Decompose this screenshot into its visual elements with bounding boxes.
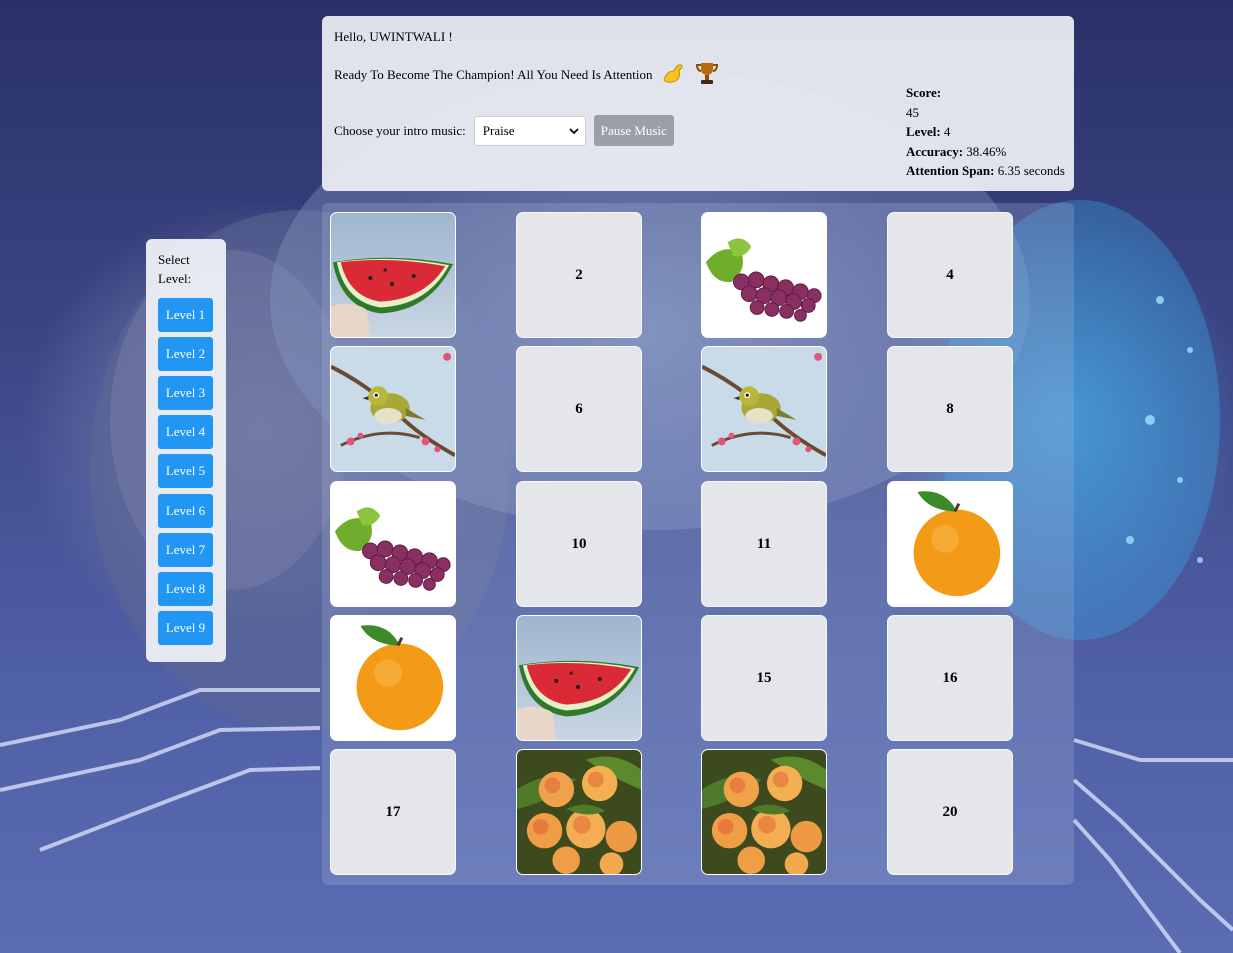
flexed-arm-icon — [661, 61, 687, 89]
card-20-face-down[interactable]: 20 — [887, 749, 1013, 875]
accuracy-label: Accuracy: — [906, 143, 964, 159]
music-row: Choose your intro music: Praise Pause Mu… — [334, 115, 674, 146]
stats-block: Score: 45 Level: 4 Accuracy: 38.46% Atte… — [906, 83, 1065, 181]
level-2-button[interactable]: Level 2 — [158, 337, 213, 371]
sidebar-title: Select Level: — [158, 252, 192, 286]
card-1-watermelon-image[interactable] — [330, 212, 456, 338]
level-6-button[interactable]: Level 6 — [158, 494, 213, 528]
music-label: Choose your intro music: — [334, 122, 466, 138]
card-10-face-down[interactable]: 10 — [516, 481, 642, 607]
card-number: 11 — [756, 535, 772, 552]
pause-music-button[interactable]: Pause Music — [593, 115, 674, 146]
card-17-face-down[interactable]: 17 — [330, 749, 456, 875]
level-7-button[interactable]: Level 7 — [158, 533, 213, 567]
card-number: 16 — [942, 669, 958, 686]
music-selected-value: Praise — [482, 122, 515, 138]
level-8-button[interactable]: Level 8 — [158, 572, 213, 606]
card-number: 6 — [575, 400, 583, 417]
card-number: 20 — [942, 803, 958, 820]
card-8-face-down[interactable]: 8 — [887, 346, 1013, 472]
level-3-button[interactable]: Level 3 — [158, 376, 213, 410]
accuracy-value: 38.46% — [966, 143, 1007, 159]
card-16-face-down[interactable]: 16 — [887, 615, 1013, 741]
tagline-text: Ready To Become The Champion! All You Ne… — [334, 67, 653, 82]
card-9-grapes-image[interactable] — [330, 481, 456, 607]
card-5-bird-image[interactable] — [330, 346, 456, 472]
level-5-button[interactable]: Level 5 — [158, 454, 213, 488]
trophy-icon — [695, 60, 719, 90]
music-select[interactable]: Praise — [473, 115, 586, 146]
card-6-face-down[interactable]: 6 — [516, 346, 642, 472]
card-2-face-down[interactable]: 2 — [516, 212, 642, 338]
level-value: 4 — [943, 124, 951, 139]
card-12-orange-image[interactable] — [887, 481, 1013, 607]
level-4-button[interactable]: Level 4 — [158, 415, 213, 449]
header-panel: Hello, UWINTWALI ! Ready To Become The C… — [322, 16, 1074, 191]
card-number: 2 — [575, 266, 583, 283]
card-11-face-down[interactable]: 11 — [701, 481, 827, 607]
greeting-text: Hello, UWINTWALI ! — [334, 29, 453, 44]
attention-span-value: 6.35 seconds — [997, 163, 1065, 178]
level-sidebar: Select Level: Level 1 Level 2 Level 3 Le… — [146, 239, 226, 662]
card-18-peaches-image[interactable] — [516, 749, 642, 875]
card-number: 8 — [946, 400, 954, 417]
score-value: 45 — [906, 104, 919, 120]
card-7-bird-image[interactable] — [701, 346, 827, 472]
card-number: 4 — [946, 266, 954, 283]
chevron-down-icon — [569, 123, 579, 139]
tagline: Ready To Become The Champion! All You Ne… — [334, 60, 719, 90]
level-9-button[interactable]: Level 9 — [158, 611, 213, 645]
card-number: 10 — [571, 535, 587, 552]
card-number: 15 — [756, 669, 772, 686]
card-3-grapes-image[interactable] — [701, 212, 827, 338]
attention-span-label: Attention Span: — [906, 163, 995, 178]
card-4-face-down[interactable]: 4 — [887, 212, 1013, 338]
card-number: 17 — [385, 803, 401, 820]
card-19-peaches-image[interactable] — [701, 749, 827, 875]
score-label: Score: — [906, 85, 942, 100]
game-board: 2 4 6 8 10 11 15 16 17 20 — [322, 203, 1074, 885]
card-15-face-down[interactable]: 15 — [701, 615, 827, 741]
card-13-orange-image[interactable] — [330, 615, 456, 741]
card-14-watermelon-image[interactable] — [516, 615, 642, 741]
level-label: Level: — [906, 124, 941, 139]
level-1-button[interactable]: Level 1 — [158, 298, 213, 332]
